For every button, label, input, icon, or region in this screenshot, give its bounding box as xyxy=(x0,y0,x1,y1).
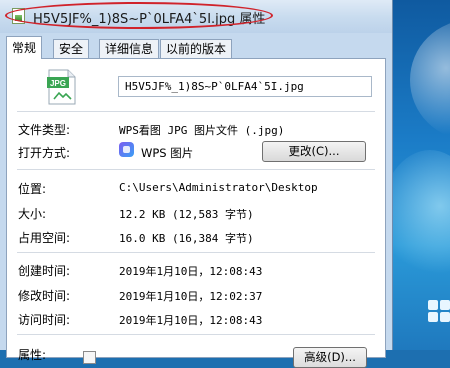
location-label: 位置: xyxy=(18,182,47,196)
wps-app-icon xyxy=(119,142,134,157)
disk-size-label: 占用空间: xyxy=(18,231,71,245)
windows-logo-tile xyxy=(428,312,438,322)
file-type-value: WPS看图 JPG 图片文件 (.jpg) xyxy=(119,124,285,137)
jpg-icon-text: JPG xyxy=(50,79,66,88)
desktop-glow xyxy=(390,150,450,290)
divider xyxy=(17,111,375,112)
file-type-label: 文件类型: xyxy=(18,123,71,137)
divider xyxy=(17,252,375,253)
desktop-background xyxy=(390,0,450,350)
modified-label: 修改时间: xyxy=(18,289,71,303)
desktop-glow xyxy=(410,20,450,140)
highlight-ellipse xyxy=(5,2,273,29)
change-button[interactable]: 更改(C)... xyxy=(262,141,366,162)
windows-logo-tile xyxy=(440,312,450,322)
created-value: 2019年1月10日，12:08:43 xyxy=(119,265,263,278)
windows-logo-tile xyxy=(440,300,450,310)
tab-details[interactable]: 详细信息 xyxy=(99,39,160,58)
readonly-checkbox[interactable] xyxy=(83,351,96,364)
properties-window: H5V5JF%_1)8S~P`0LFA4`5I.jpg 属性 常规 安全 详细信… xyxy=(0,0,393,368)
accessed-value: 2019年1月10日，12:08:43 xyxy=(119,314,263,327)
general-panel: JPG H5V5JF%_1)8S~P`0LFA4`5I.jpg 文件类型: WP… xyxy=(6,58,386,368)
size-label: 大小: xyxy=(18,207,47,221)
jpg-file-icon: JPG xyxy=(47,69,76,105)
advanced-button[interactable]: 高级(D)... xyxy=(293,347,367,368)
title-bar[interactable]: H5V5JF%_1)8S~P`0LFA4`5I.jpg 属性 xyxy=(0,0,392,33)
accessed-label: 访问时间: xyxy=(18,313,71,327)
windows-logo-tile xyxy=(428,300,438,310)
tab-previous-versions[interactable]: 以前的版本 xyxy=(160,39,233,58)
modified-value: 2019年1月10日，12:02:37 xyxy=(119,290,263,303)
disk-size-value: 16.0 KB (16,384 字节) xyxy=(119,232,254,245)
file-name-input[interactable]: H5V5JF%_1)8S~P`0LFA4`5I.jpg xyxy=(118,76,372,97)
size-value: 12.2 KB (12,583 字节) xyxy=(119,208,254,221)
open-with-label: 打开方式: xyxy=(18,146,71,160)
created-label: 创建时间: xyxy=(18,264,71,278)
location-value: C:\Users\Administrator\Desktop xyxy=(119,181,318,194)
tab-security[interactable]: 安全 xyxy=(53,39,90,58)
attributes-label: 属性: xyxy=(18,348,47,362)
open-with-value: WPS 图片 xyxy=(141,146,194,160)
divider xyxy=(17,169,375,170)
divider xyxy=(17,334,375,335)
tab-general[interactable]: 常规 xyxy=(6,36,43,59)
